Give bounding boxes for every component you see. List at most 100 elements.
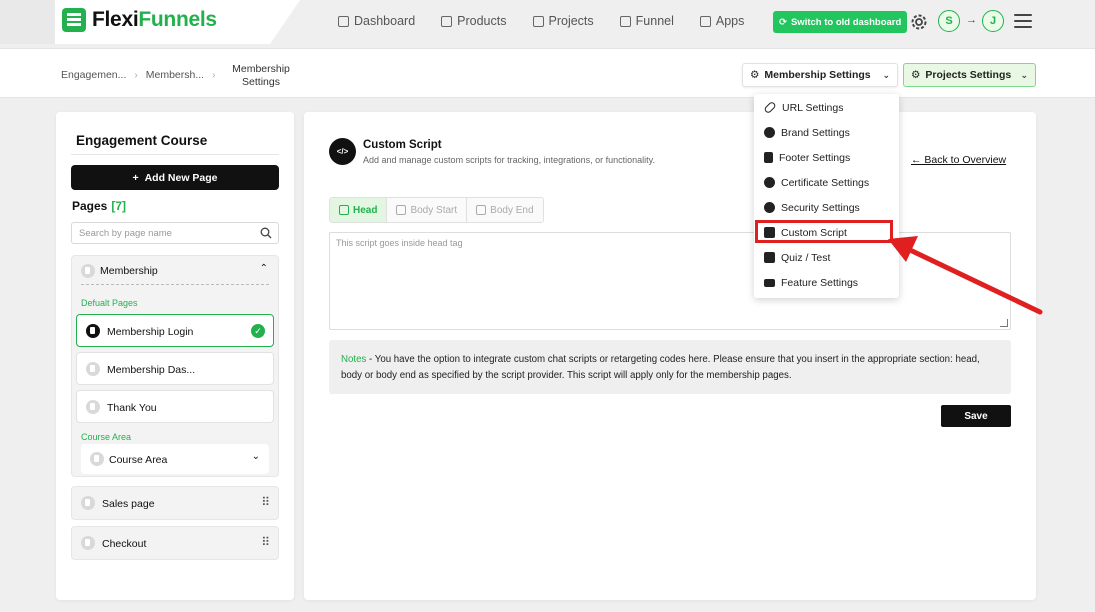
- menu-item-brand-settings[interactable]: Brand Settings: [754, 120, 899, 145]
- drag-handle-icon[interactable]: ⠿: [261, 535, 270, 549]
- store-icon: [441, 15, 453, 27]
- tab-body-start[interactable]: Body Start: [387, 198, 468, 222]
- membership-group-label[interactable]: Membership: [100, 265, 158, 277]
- gear-icon[interactable]: [909, 12, 929, 32]
- checkout-group[interactable]: Checkout ⠿: [71, 526, 279, 560]
- body-start-icon: [396, 205, 407, 215]
- nav-funnel-label: Funnel: [635, 14, 674, 28]
- chevron-down-icon: ⌄: [1020, 69, 1028, 80]
- divider: [71, 154, 279, 155]
- switch-dashboard-button[interactable]: ⟳ Switch to old dashboard: [773, 11, 908, 33]
- membership-settings-dropdown: URL Settings Brand Settings Footer Setti…: [754, 94, 899, 298]
- sales-page-group[interactable]: Sales page ⠿: [71, 486, 279, 520]
- page-icon: [81, 264, 95, 278]
- breadcrumb-current: Membership Settings: [232, 63, 290, 88]
- page-icon: [90, 452, 104, 466]
- menu-item-label: Quiz / Test: [781, 251, 831, 264]
- funnel-icon: [619, 15, 631, 27]
- quiz-icon: [764, 252, 775, 263]
- nav-funnel[interactable]: Funnel: [619, 14, 674, 28]
- membership-settings-button[interactable]: ⚙ Membership Settings ⌄: [742, 63, 898, 87]
- page-icon: [86, 324, 100, 338]
- page-title: Custom Script: [363, 139, 442, 151]
- pages-sidebar: Engagement Course + Add New Page Pages [7]…: [56, 112, 294, 600]
- gear-icon: [764, 127, 775, 138]
- menu-item-label: URL Settings: [782, 101, 844, 114]
- tab-body-start-label: Body Start: [410, 204, 458, 216]
- menu-item-label: Footer Settings: [779, 151, 851, 164]
- menu-item-quiz-test[interactable]: Quiz / Test: [754, 245, 899, 270]
- chevron-down-icon: ⌄: [882, 69, 890, 80]
- body-end-icon: [476, 205, 487, 215]
- page-label: Membership Login: [107, 326, 194, 338]
- course-area-item[interactable]: Course Area ⌄: [81, 444, 269, 474]
- back-to-overview-link[interactable]: ← Back to Overview: [911, 154, 1006, 166]
- nav-apps[interactable]: Apps: [699, 14, 744, 28]
- avatar-j[interactable]: J: [982, 10, 1004, 32]
- plus-icon: +: [132, 171, 139, 184]
- page-membership-dashboard[interactable]: Membership Das...: [76, 352, 274, 385]
- nav-dashboard[interactable]: Dashboard: [338, 14, 415, 28]
- add-page-button[interactable]: + Add New Page: [71, 165, 279, 190]
- breadcrumb-engagement[interactable]: Engagemen...: [61, 69, 126, 81]
- chevron-down-icon[interactable]: ⌄: [252, 451, 260, 462]
- chevron-up-icon[interactable]: ⌃: [260, 263, 268, 274]
- sub-header: Engagemen... › Membersh... › Membership …: [0, 48, 1095, 98]
- page-label: Membership Das...: [107, 364, 196, 376]
- code-icon: </>: [329, 138, 356, 165]
- nav-edge: [0, 0, 55, 44]
- projects-settings-button[interactable]: ⚙ Projects Settings ⌄: [903, 63, 1036, 87]
- menu-item-footer-settings[interactable]: Footer Settings: [754, 145, 899, 170]
- notes-label: Notes: [341, 354, 367, 365]
- menu-item-url-settings[interactable]: URL Settings: [754, 95, 899, 120]
- projects-settings-label: Projects Settings: [925, 69, 1012, 81]
- search-placeholder: Search by page name: [79, 228, 172, 239]
- main-nav: Dashboard Products Projects Funnel Apps: [338, 14, 744, 28]
- menu-icon[interactable]: [1014, 14, 1032, 28]
- search-icon: [260, 227, 272, 239]
- menu-item-feature-settings[interactable]: Feature Settings: [754, 270, 899, 295]
- menu-item-label: Certificate Settings: [781, 176, 870, 189]
- drag-handle-icon[interactable]: ⠿: [261, 495, 270, 509]
- menu-item-label: Feature Settings: [781, 276, 859, 289]
- nav-products[interactable]: Products: [441, 14, 507, 28]
- menu-item-certificate-settings[interactable]: Certificate Settings: [754, 170, 899, 195]
- brand-logo[interactable]: FlexiFunnels: [62, 8, 217, 32]
- check-icon: ✓: [251, 324, 265, 338]
- pages-count: [7]: [111, 199, 127, 213]
- certificate-icon: [764, 177, 775, 188]
- top-nav: FlexiFunnels Dashboard Products Projects…: [0, 0, 1095, 44]
- sales-page-label: Sales page: [102, 498, 155, 510]
- nav-dashboard-label: Dashboard: [354, 14, 416, 28]
- tab-body-end[interactable]: Body End: [467, 198, 543, 222]
- membership-settings-label: Membership Settings: [764, 69, 871, 81]
- page-search-input[interactable]: Search by page name: [71, 222, 279, 244]
- pages-heading: Pages [7]: [72, 199, 126, 213]
- gear-icon: ⚙: [911, 69, 921, 81]
- course-title: Engagement Course: [76, 133, 208, 148]
- page-label: Thank You: [107, 402, 157, 414]
- tab-head[interactable]: Head: [330, 198, 388, 222]
- course-area-label: Course Area: [81, 432, 132, 442]
- link-icon: [763, 100, 777, 115]
- page-membership-login[interactable]: Membership Login ✓: [76, 314, 274, 347]
- logo-icon: [62, 8, 86, 32]
- page-subtitle: Add and manage custom scripts for tracki…: [363, 155, 655, 165]
- script-tabs: Head Body Start Body End: [329, 197, 544, 223]
- page-icon: [86, 362, 100, 376]
- menu-item-security-settings[interactable]: Security Settings: [754, 195, 899, 220]
- save-button[interactable]: Save: [941, 405, 1011, 427]
- nav-projects-label: Projects: [548, 14, 594, 28]
- nav-projects[interactable]: Projects: [532, 14, 594, 28]
- tab-head-label: Head: [353, 204, 378, 216]
- breadcrumb-membership[interactable]: Membersh...: [146, 69, 204, 81]
- brand-name-part1: Flexi: [92, 8, 139, 31]
- script-placeholder: This script goes inside head tag: [336, 238, 463, 248]
- document-icon: [532, 15, 544, 27]
- avatar-s[interactable]: S: [938, 10, 960, 32]
- divider: [81, 284, 269, 285]
- menu-item-label: Brand Settings: [781, 126, 850, 139]
- page-thank-you[interactable]: Thank You: [76, 390, 274, 423]
- default-pages-label: Defualt Pages: [81, 298, 138, 308]
- checkout-label: Checkout: [102, 538, 147, 550]
